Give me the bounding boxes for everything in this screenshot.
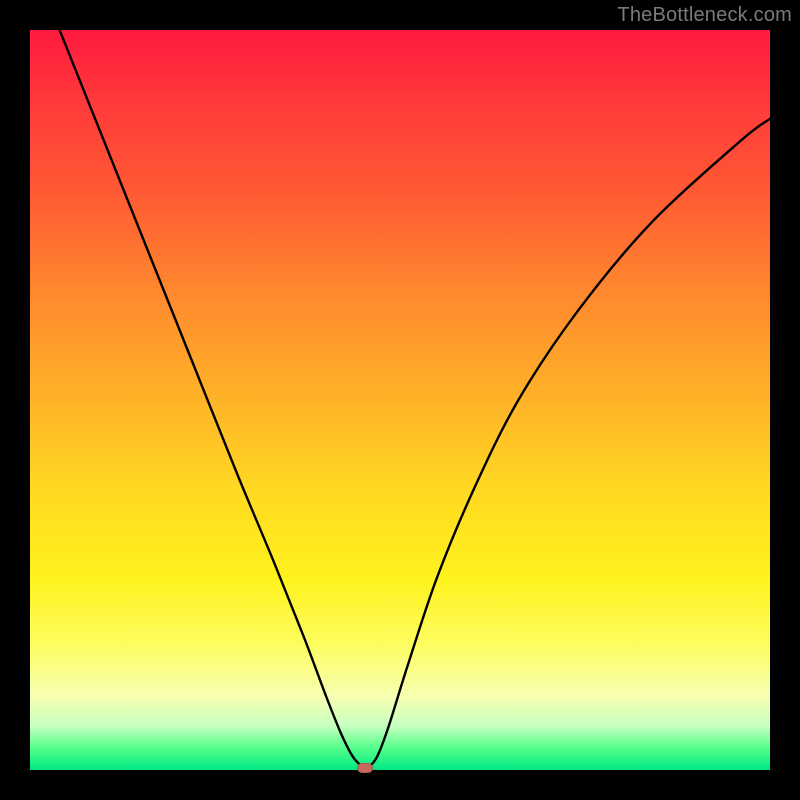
chart-frame: TheBottleneck.com	[0, 0, 800, 800]
plot-area	[30, 30, 770, 770]
bottleneck-curve	[30, 30, 770, 770]
watermark-text: TheBottleneck.com	[617, 4, 792, 27]
minimum-marker	[357, 763, 373, 773]
